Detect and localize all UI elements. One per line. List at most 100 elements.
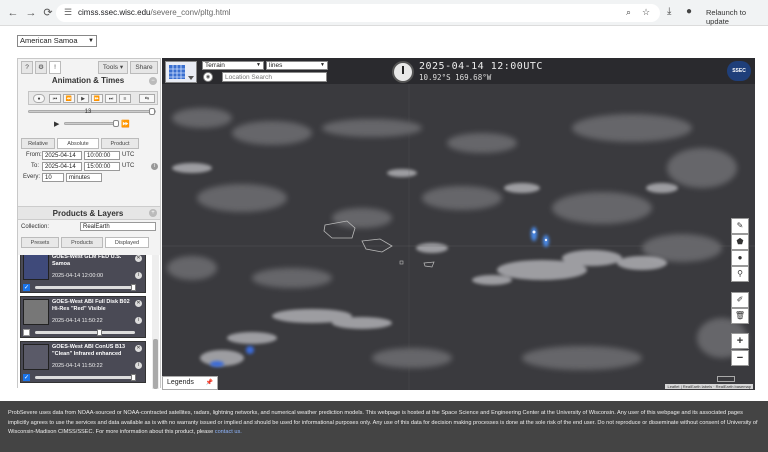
scale-bar: [717, 376, 735, 382]
time-info-icon[interactable]: i: [151, 163, 158, 170]
from-date-input[interactable]: 2025-04-14: [42, 151, 82, 160]
layer-info-icon[interactable]: i: [135, 272, 142, 279]
tab-absolute[interactable]: Absolute: [57, 138, 99, 149]
layer-visibility-checkbox[interactable]: ✓: [23, 284, 30, 291]
remove-layer-icon[interactable]: ✕: [135, 255, 142, 262]
tab-presets[interactable]: Presets: [21, 237, 59, 248]
play-icon[interactable]: ▶: [77, 94, 89, 103]
layer-card-glm[interactable]: GOES-West GLM FED U.S. Samoa 2025-04-14 …: [20, 255, 146, 293]
to-utc-label: UTC: [122, 163, 135, 169]
from-time-input[interactable]: 10:00:00: [84, 151, 120, 160]
animation-title: Animation & Times: [51, 76, 125, 85]
from-label: From:: [26, 152, 42, 158]
every-unit-select[interactable]: minutes: [66, 173, 102, 182]
layer-info-icon[interactable]: i: [135, 362, 142, 369]
tab-relative[interactable]: Relative: [21, 138, 55, 149]
legends-tab[interactable]: Legends 📌: [162, 376, 218, 390]
tools-button[interactable]: Tools ▾: [98, 61, 128, 74]
marker-icon[interactable]: ⚲: [731, 266, 749, 282]
remove-layer-icon[interactable]: ✕: [135, 300, 142, 307]
relaunch-button[interactable]: Relaunch to update: [706, 8, 768, 26]
reverse-icon[interactable]: ⇆: [139, 94, 155, 103]
trash-icon[interactable]: 🗑: [731, 308, 749, 324]
url-text: cimss.ssec.wisc.edu/severe_conv/pltg.htm…: [78, 8, 231, 17]
opacity-knob[interactable]: [131, 374, 136, 381]
help-tab[interactable]: ?: [21, 61, 33, 74]
pin-icon[interactable]: 📌: [206, 377, 213, 389]
share-button[interactable]: Share: [130, 61, 158, 74]
reload-icon[interactable]: ⟳: [41, 6, 55, 20]
layer-info-icon[interactable]: i: [135, 317, 142, 324]
loop-icon[interactable]: ●: [33, 94, 45, 103]
site-info-icon[interactable]: ☰: [64, 7, 72, 18]
layers-scrollbar[interactable]: [152, 255, 159, 389]
bookmark-star-icon[interactable]: ☆: [642, 7, 650, 18]
address-bar[interactable]: ☰ cimss.ssec.wisc.edu/severe_conv/pltg.h…: [56, 4, 660, 22]
collapse-animation-icon[interactable]: −: [149, 77, 157, 85]
to-time-input[interactable]: 15:00:00: [84, 162, 120, 171]
to-label: To:: [31, 163, 40, 169]
tab-displayed[interactable]: Displayed: [105, 237, 149, 248]
collection-select[interactable]: RealEarth: [80, 222, 156, 231]
first-frame-icon[interactable]: ⏮: [49, 94, 61, 103]
tab-product[interactable]: Product: [101, 138, 139, 149]
layer-card-visible[interactable]: GOES-West ABI Full Disk B02 Hi-Res "Red"…: [20, 296, 146, 338]
collapse-products-icon[interactable]: +: [149, 209, 157, 217]
overlay-select[interactable]: lines ▼: [266, 61, 328, 70]
polygon-icon[interactable]: ⬟: [731, 234, 749, 250]
every-input[interactable]: 10: [42, 173, 64, 182]
layer-thumbnail: [23, 299, 49, 325]
disclaimer-footer: ProbSevere uses data from NOAA-sourced o…: [0, 401, 768, 452]
settings-tab[interactable]: ⚙: [35, 61, 47, 74]
speed-slider-knob[interactable]: [113, 120, 119, 127]
from-utc-label: UTC: [122, 152, 135, 158]
forward-icon[interactable]: →: [24, 6, 38, 20]
profile-icon[interactable]: ●: [686, 6, 692, 17]
satellite-imagery: [162, 84, 755, 390]
back-icon[interactable]: ←: [6, 6, 20, 20]
speed-play-icon[interactable]: ▶: [54, 120, 59, 128]
basemap-picker-button[interactable]: [165, 61, 197, 83]
opacity-knob[interactable]: [97, 329, 102, 336]
layer-opacity-slider[interactable]: [35, 374, 136, 381]
control-panel: ? ⚙ ! Tools ▾ Share Animation & Times − …: [17, 58, 161, 389]
map-coordinates: 10.92°S 169.68°W: [419, 73, 492, 82]
alert-tab[interactable]: !: [49, 61, 61, 74]
satellite-map[interactable]: Terrain▼ lines▼ ◉ 2025-04-14 12:00UTC 10…: [162, 58, 755, 390]
contact-link[interactable]: contact us.: [215, 429, 242, 435]
frame-menu-icon[interactable]: ≡: [119, 94, 131, 103]
remove-layer-icon[interactable]: ✕: [135, 345, 142, 352]
step-forward-icon[interactable]: ⏩: [91, 94, 103, 103]
layer-thumbnail: [23, 255, 49, 280]
layer-opacity-slider[interactable]: [35, 284, 136, 291]
browser-toolbar: ← → ⟳ ☰ cimss.ssec.wisc.edu/severe_conv/…: [0, 0, 768, 26]
edit-icon[interactable]: ✐: [731, 292, 749, 308]
download-icon[interactable]: ⤓: [667, 6, 671, 17]
grid-map-icon: [169, 65, 194, 80]
layer-card-infrared[interactable]: GOES-West ABI ConUS B13 "Clean" Infrared…: [20, 341, 146, 383]
region-select[interactable]: American Samoa ▼: [17, 35, 97, 47]
pencil-icon[interactable]: ✎: [731, 218, 749, 234]
layer-opacity-slider[interactable]: [35, 329, 135, 336]
zoom-icon[interactable]: ⌕: [626, 7, 631, 18]
layer-visibility-checkbox[interactable]: ✓: [23, 374, 30, 381]
scrollbar-thumb[interactable]: [153, 339, 158, 389]
layer-visibility-checkbox[interactable]: [23, 329, 30, 336]
last-frame-icon[interactable]: ⏭: [105, 94, 117, 103]
zoom-in-icon[interactable]: +: [731, 333, 749, 349]
layer-name: GOES-West GLM FED U.S. Samoa: [52, 255, 122, 267]
locate-icon[interactable]: ◉: [203, 72, 213, 82]
speed-slider[interactable]: [64, 120, 119, 127]
to-date-input[interactable]: 2025-04-14: [42, 162, 82, 171]
basemap-select[interactable]: Terrain ▼: [202, 61, 264, 70]
ssec-logo[interactable]: SSEC: [727, 61, 751, 81]
zoom-out-icon[interactable]: −: [731, 350, 749, 366]
step-back-icon[interactable]: ⏪: [63, 94, 75, 103]
layer-name: GOES-West ABI ConUS B13 "Clean" Infrared…: [52, 344, 126, 357]
collection-label: Collection:: [21, 224, 50, 230]
tab-products[interactable]: Products: [61, 237, 103, 248]
point-icon[interactable]: ●: [731, 250, 749, 266]
location-search-input[interactable]: [222, 72, 327, 82]
speed-fast-icon[interactable]: ⏩: [121, 120, 130, 128]
opacity-knob[interactable]: [131, 284, 136, 291]
